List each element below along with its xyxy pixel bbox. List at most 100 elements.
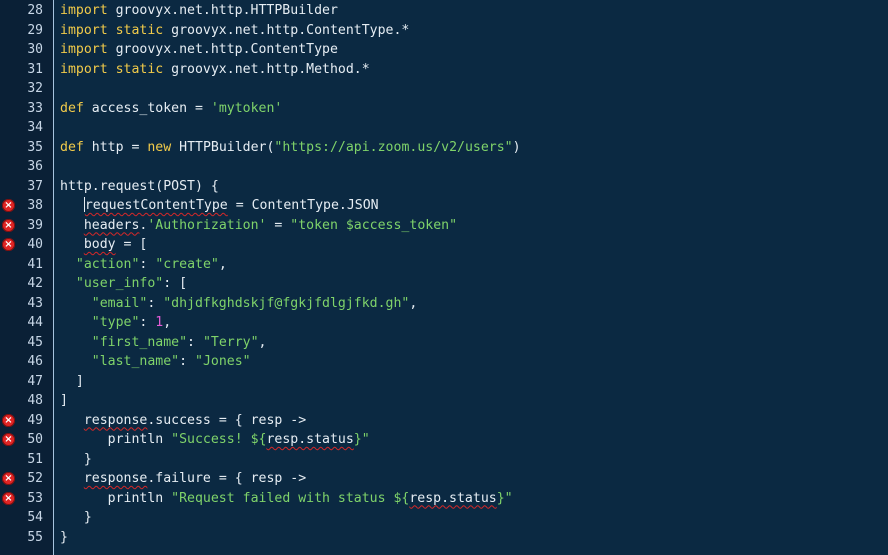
- line-number: 42: [27, 276, 43, 291]
- code-line[interactable]: def access_token = 'mytoken': [60, 99, 888, 119]
- code-token: ]: [75, 373, 84, 389]
- code-line[interactable]: println "Success! ${resp.status}": [60, 430, 888, 450]
- line-number: 44: [27, 315, 43, 330]
- code-token: println: [107, 432, 172, 447]
- code-line[interactable]: response.failure = { resp ->: [60, 469, 888, 489]
- code-line[interactable]: body = [: [60, 235, 888, 255]
- code-token: :: [179, 354, 195, 369]
- line-number: 38: [27, 198, 43, 213]
- code-line[interactable]: "action": "create",: [60, 255, 888, 275]
- code-token: }: [60, 529, 68, 545]
- code-line[interactable]: import groovyx.net.http.ContentType: [60, 40, 888, 60]
- code-line[interactable]: [60, 118, 888, 138]
- gutter-row: 30: [0, 40, 53, 60]
- code-line[interactable]: requestContentType = ContentType.JSON: [60, 196, 888, 216]
- line-number: 33: [27, 100, 43, 116]
- code-token: }: [83, 510, 92, 525]
- code-token: "last_name": [91, 354, 180, 369]
- code-token: import: [60, 3, 108, 18]
- error-marker-icon[interactable]: ×: [2, 472, 15, 485]
- code-token: :: [139, 256, 156, 272]
- code-token: groovyx.net.http.HTTPBuilder: [107, 3, 338, 18]
- line-number: 51: [27, 451, 43, 467]
- code-token: ,: [163, 315, 172, 330]
- gutter-row: 45: [0, 333, 53, 353]
- code-token: "Terry": [202, 334, 259, 350]
- code-token: 'Authorization': [147, 217, 267, 233]
- gutter-row: 48: [0, 391, 53, 411]
- line-number: 48: [27, 393, 43, 408]
- code-line[interactable]: "user_info": [: [60, 274, 888, 294]
- code-line[interactable]: def http = new HTTPBuilder("https://api.…: [60, 138, 888, 158]
- error-marker-icon[interactable]: ×: [2, 491, 15, 505]
- code-token: import: [60, 42, 108, 57]
- code-token: ,: [409, 295, 418, 311]
- code-token: "Jones": [195, 354, 251, 369]
- error-token: resp.status: [266, 432, 354, 447]
- code-line[interactable]: import static groovyx.net.http.Method.*: [60, 60, 888, 80]
- code-token: static: [115, 22, 164, 38]
- code-token: :: [147, 295, 164, 311]
- line-number: 43: [27, 295, 43, 311]
- code-line[interactable]: ]: [60, 372, 888, 392]
- code-token: ,: [258, 334, 267, 350]
- gutter-row: 28: [0, 1, 53, 21]
- code-token: "create": [155, 256, 219, 272]
- code-line[interactable]: ]: [60, 391, 888, 411]
- gutter-row: × 39: [0, 216, 53, 236]
- line-number-gutter[interactable]: 28 29 30 31 32 33 34 35 36 37 × 38 × 39 × 40 41 42 43 44 45 4…: [0, 0, 54, 555]
- code-token: http =: [83, 139, 148, 155]
- gutter-row: 31: [0, 60, 53, 80]
- error-marker-icon[interactable]: ×: [2, 413, 15, 427]
- code-token: groovyx.net.http.ContentType.*: [163, 22, 410, 38]
- code-line[interactable]: println "Request failed with status ${re…: [60, 489, 888, 509]
- gutter-row: 35: [0, 138, 53, 158]
- code-line[interactable]: }: [60, 450, 888, 470]
- error-marker-icon[interactable]: ×: [2, 199, 15, 212]
- code-token: "user_info": [75, 276, 164, 291]
- code-line[interactable]: import static groovyx.net.http.ContentTy…: [60, 21, 888, 41]
- error-marker-icon[interactable]: ×: [2, 238, 15, 251]
- gutter-row: 29: [0, 21, 53, 41]
- code-token: "first_name": [91, 334, 188, 350]
- code-token: "type": [91, 315, 140, 330]
- code-line[interactable]: "type": 1,: [60, 313, 888, 333]
- code-token: import: [60, 61, 108, 77]
- code-line[interactable]: }: [60, 508, 888, 528]
- gutter-row: 33: [0, 99, 53, 119]
- code-line[interactable]: http.request(POST) {: [60, 177, 888, 197]
- code-line[interactable]: "email": "dhjdfkghdskjf@fgkjfdlgjfkd.gh"…: [60, 294, 888, 314]
- error-marker-icon[interactable]: ×: [2, 218, 15, 232]
- line-number: 49: [27, 412, 43, 428]
- code-line[interactable]: }: [60, 528, 888, 548]
- code-line[interactable]: headers.'Authorization' = "token $access…: [60, 216, 888, 236]
- line-number: 45: [27, 334, 43, 350]
- error-token: resp.status: [409, 490, 497, 506]
- code-area[interactable]: import groovyx.net.http.HTTPBuilder impor…: [54, 0, 888, 555]
- line-number: 46: [27, 354, 43, 369]
- code-token: HTTPBuilder(: [171, 139, 275, 155]
- gutter-row: × 53: [0, 489, 53, 509]
- error-marker-icon[interactable]: ×: [2, 433, 15, 446]
- code-line[interactable]: import groovyx.net.http.HTTPBuilder: [60, 1, 888, 21]
- code-line[interactable]: response.success = { resp ->: [60, 411, 888, 431]
- code-line[interactable]: "first_name": "Terry",: [60, 333, 888, 353]
- code-token: "dhjdfkghdskjf@fgkjfdlgjfkd.gh": [163, 295, 410, 311]
- error-token: requestContentType: [84, 198, 228, 213]
- code-line[interactable]: [60, 157, 888, 177]
- error-token: response: [83, 471, 148, 486]
- gutter-row: 43: [0, 294, 53, 314]
- code-line[interactable]: "last_name": "Jones": [60, 352, 888, 372]
- gutter-row: 46: [0, 352, 53, 372]
- code-editor[interactable]: 28 29 30 31 32 33 34 35 36 37 × 38 × 39 × 40 41 42 43 44 45 4…: [0, 0, 888, 555]
- gutter-row: × 52: [0, 469, 53, 489]
- error-token: body: [83, 237, 116, 252]
- gutter-row: 51: [0, 450, 53, 470]
- code-line[interactable]: [60, 79, 888, 99]
- code-token: groovyx.net.http.ContentType: [107, 42, 338, 57]
